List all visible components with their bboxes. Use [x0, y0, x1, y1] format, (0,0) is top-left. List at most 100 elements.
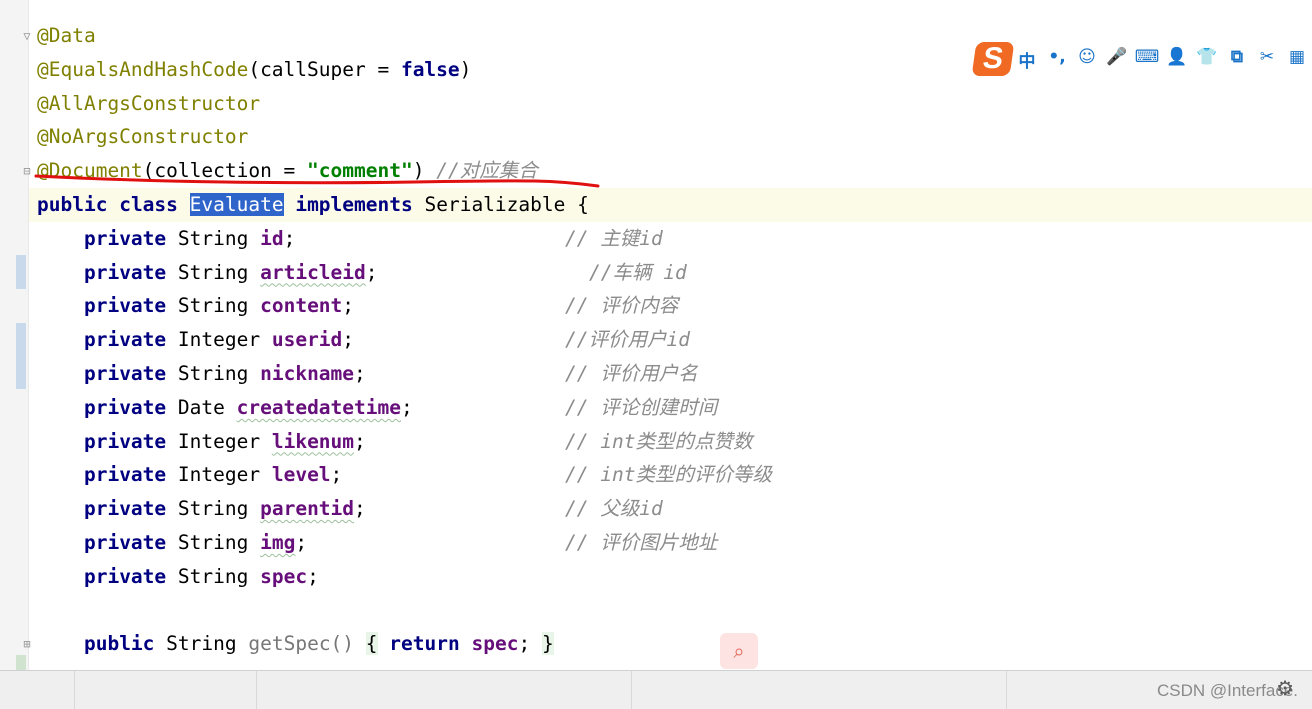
- interface-name: Serializable: [424, 192, 566, 216]
- keyword: private: [83, 294, 167, 318]
- keyword: private: [83, 497, 167, 521]
- annotation-args: (collection =: [142, 159, 308, 183]
- type-name: Integer: [177, 328, 261, 352]
- field-name[interactable]: createdatetime: [237, 396, 401, 419]
- type-name: String: [177, 226, 249, 250]
- type-name: String: [177, 564, 249, 588]
- ime-toolbar[interactable]: S 中 •, ☺ 🎤 ⌨ 👤 👕 ⧉ ✂ ▦: [971, 40, 1312, 78]
- field-declaration: private String content;// 评价内容: [29, 289, 1312, 323]
- field-name[interactable]: id: [260, 227, 283, 250]
- chinese-mode-icon[interactable]: 中: [1012, 47, 1042, 72]
- keyword: private: [83, 395, 167, 419]
- brace: {: [365, 632, 378, 656]
- field-name[interactable]: level: [272, 463, 331, 486]
- field-name[interactable]: img: [260, 531, 295, 554]
- comment: // int类型的评价等级: [565, 463, 772, 487]
- field-declaration: private String parentid;// 父级id: [29, 492, 1312, 526]
- keyword: public: [37, 192, 108, 216]
- comment: // 评价内容: [565, 294, 679, 318]
- type-name: Integer: [177, 429, 261, 453]
- type-name: String: [177, 361, 249, 385]
- field-name[interactable]: userid: [272, 328, 342, 351]
- change-marker: [16, 255, 26, 289]
- comment: // 评论创建时间: [565, 395, 718, 419]
- field-declaration: private String id;// 主键id: [29, 222, 1312, 256]
- comment: // 评价图片地址: [565, 530, 718, 554]
- apps-icon[interactable]: ▦: [1282, 47, 1312, 72]
- code-line: @Document(collection = "comment") //对应集合: [29, 154, 1312, 188]
- keyword: false: [400, 57, 460, 81]
- field-declaration: private String nickname;// 评价用户名: [29, 357, 1312, 391]
- code-line: @AllArgsConstructor: [29, 87, 1312, 121]
- annotation-args: (callSuper =: [248, 57, 401, 81]
- type-name: Date: [177, 395, 225, 419]
- field-name[interactable]: likenum: [272, 430, 354, 453]
- annotation: @Document: [37, 159, 143, 183]
- punctuation-icon[interactable]: •,: [1042, 47, 1072, 72]
- field-declaration: private String articleid;//车辆 id: [29, 256, 1312, 290]
- paren: ): [459, 57, 472, 81]
- field-name[interactable]: parentid: [260, 497, 354, 520]
- class-name-selected[interactable]: Evaluate: [189, 192, 284, 216]
- status-cell[interactable]: [631, 671, 1007, 709]
- comment: // int类型的点赞数: [565, 429, 753, 453]
- toolbox-icon[interactable]: ⧉: [1222, 47, 1252, 72]
- status-cell[interactable]: [0, 671, 75, 709]
- status-cell[interactable]: [256, 671, 632, 709]
- annotation: @NoArgsConstructor: [37, 125, 249, 149]
- microphone-icon[interactable]: 🎤: [1102, 47, 1132, 72]
- comment: //对应集合: [436, 159, 538, 183]
- code-editor[interactable]: @Data @EqualsAndHashCode(callSuper = fal…: [29, 19, 1312, 661]
- sogou-logo-icon[interactable]: S: [971, 42, 1015, 76]
- field-name[interactable]: content: [260, 294, 342, 317]
- comment: //车辆 id: [589, 260, 687, 284]
- field-declaration: private Integer userid;//评价用户id: [29, 323, 1312, 357]
- settings-icon[interactable]: ⚙: [1276, 676, 1294, 700]
- keyword: private: [83, 260, 167, 284]
- brace: }: [541, 632, 554, 656]
- field-name[interactable]: articleid: [260, 261, 366, 284]
- skin-icon[interactable]: 👕: [1192, 47, 1222, 72]
- code-line-current: public class Evaluate implements Seriali…: [29, 187, 1312, 222]
- field-declaration: private Date createdatetime;// 评论创建时间: [29, 391, 1312, 425]
- emoji-icon[interactable]: ☺: [1072, 47, 1102, 72]
- type-name: String: [177, 530, 249, 554]
- code-line: @NoArgsConstructor: [29, 120, 1312, 154]
- field-name[interactable]: spec: [260, 565, 307, 588]
- annotation: @AllArgsConstructor: [37, 91, 261, 115]
- comment: // 父级id: [565, 497, 663, 521]
- change-marker: [16, 323, 26, 389]
- keyword: return: [389, 632, 460, 656]
- keyword: implements: [295, 192, 413, 216]
- field-declaration: private String img;// 评价图片地址: [29, 526, 1312, 560]
- type-name: String: [177, 294, 249, 318]
- scissors-icon[interactable]: ✂: [1252, 47, 1282, 72]
- status-bar: CSDN @Interface.: [0, 670, 1312, 709]
- annotation: @EqualsAndHashCode: [37, 57, 249, 81]
- brace: {: [577, 192, 589, 216]
- type-name: String: [177, 497, 249, 521]
- field-declaration: private Integer level;// int类型的评价等级: [29, 458, 1312, 492]
- change-marker: [16, 655, 26, 670]
- paren: ): [412, 159, 425, 183]
- search-icon[interactable]: ⌕: [720, 633, 758, 669]
- keyword: private: [83, 564, 167, 588]
- field-name[interactable]: nickname: [260, 362, 354, 385]
- keyword: private: [83, 226, 167, 250]
- field-declaration: private String spec;: [83, 564, 319, 588]
- keyboard-icon[interactable]: ⌨: [1132, 47, 1162, 72]
- status-cell[interactable]: [74, 671, 257, 709]
- keyword: private: [83, 429, 167, 453]
- field-declaration: private Integer likenum;// int类型的点赞数: [29, 425, 1312, 459]
- method-name: getSpec(): [248, 632, 355, 656]
- semicolon: ;: [518, 632, 531, 656]
- comment: // 主键id: [565, 226, 663, 250]
- user-icon[interactable]: 👤: [1162, 47, 1192, 72]
- type-name: String: [177, 260, 249, 284]
- keyword: private: [83, 328, 167, 352]
- editor-gutter: [0, 0, 29, 670]
- keyword: public: [83, 632, 155, 656]
- comment: // 评价用户名: [565, 361, 698, 385]
- keyword: private: [83, 530, 167, 554]
